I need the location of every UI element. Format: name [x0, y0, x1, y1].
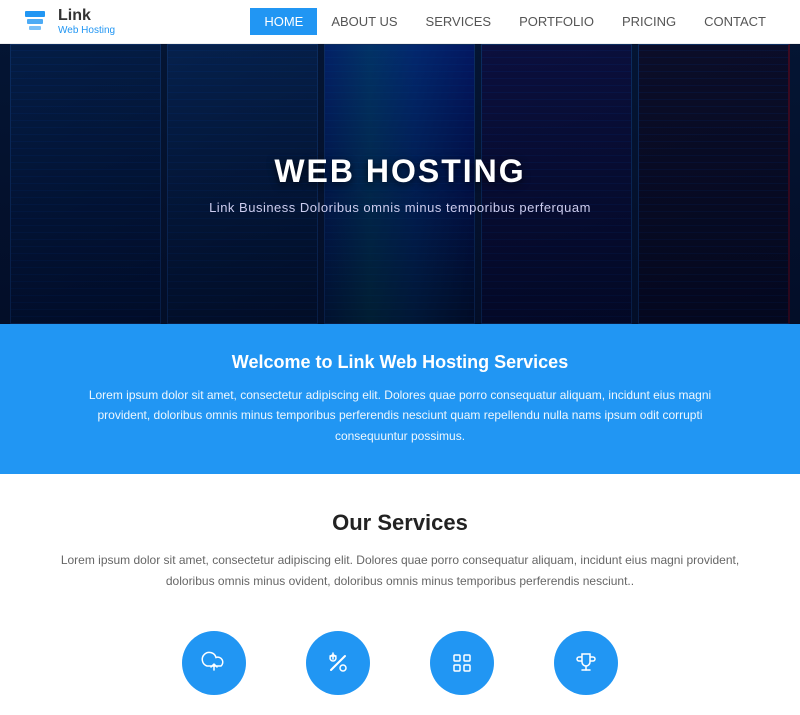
navbar: Link Web Hosting HOME ABOUT US SERVICES …	[0, 0, 800, 44]
services-section: Our Services Lorem ipsum dolor sit amet,…	[0, 474, 800, 715]
hero-title: WEB HOSTING	[274, 153, 525, 190]
nav-item-home[interactable]: HOME	[250, 8, 317, 35]
nav-links: HOME ABOUT US SERVICES PORTFOLIO PRICING…	[250, 8, 780, 35]
logo-brand: Link	[58, 7, 115, 25]
logo-icon	[20, 7, 50, 37]
cloud-upload-icon	[182, 631, 246, 695]
logo-text: Link Web Hosting	[58, 7, 115, 36]
services-title: Our Services	[60, 510, 740, 536]
nav-item-contact[interactable]: CONTACT	[690, 8, 780, 35]
logo[interactable]: Link Web Hosting	[20, 7, 115, 37]
tools-icon	[306, 631, 370, 695]
services-text: Lorem ipsum dolor sit amet, consectetur …	[60, 550, 740, 591]
welcome-text: Lorem ipsum dolor sit amet, consectetur …	[80, 385, 720, 446]
service-icons-row	[60, 621, 740, 695]
service-item-tools[interactable]	[306, 631, 370, 695]
nav-item-pricing[interactable]: PRICING	[608, 8, 690, 35]
grid-icon	[430, 631, 494, 695]
logo-tagline: Web Hosting	[58, 25, 115, 36]
nav-item-portfolio[interactable]: PORTFOLIO	[505, 8, 608, 35]
welcome-section: Welcome to Link Web Hosting Services Lor…	[0, 324, 800, 474]
nav-item-about[interactable]: ABOUT US	[317, 8, 411, 35]
welcome-title: Welcome to Link Web Hosting Services	[80, 352, 720, 373]
service-item-cloud[interactable]	[182, 631, 246, 695]
hero-content: WEB HOSTING Link Business Doloribus omni…	[0, 44, 800, 324]
service-item-grid[interactable]	[430, 631, 494, 695]
hero-section: WEB HOSTING Link Business Doloribus omni…	[0, 44, 800, 324]
nav-item-services[interactable]: SERVICES	[412, 8, 506, 35]
hero-subtitle: Link Business Doloribus omnis minus temp…	[209, 200, 591, 215]
trophy-icon	[554, 631, 618, 695]
service-item-trophy[interactable]	[554, 631, 618, 695]
